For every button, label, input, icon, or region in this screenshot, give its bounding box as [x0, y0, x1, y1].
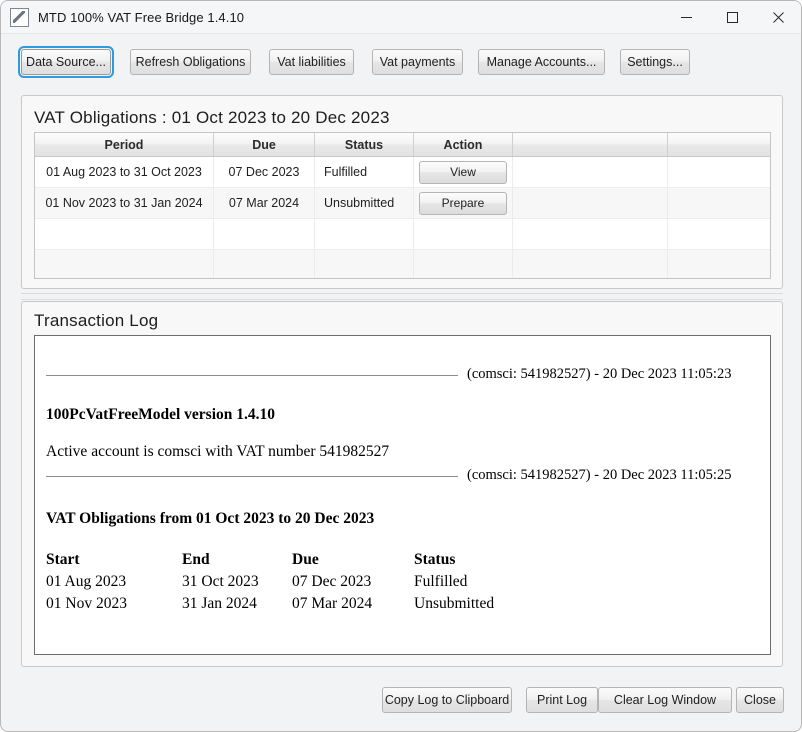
obligations-column-header[interactable] [513, 133, 668, 156]
obligation-due-cell: 07 Dec 2023 [214, 157, 315, 187]
log-table-cell: 07 Dec 2023 [292, 573, 372, 590]
log-table-header-cell: Status [414, 551, 456, 568]
obligations-table-body: 01 Aug 2023 to 31 Oct 2023 07 Dec 2023 Ful… [35, 157, 770, 278]
log-table-cell: 31 Jan 2024 [182, 595, 257, 612]
app-pencil-icon [10, 7, 29, 27]
vat-payments-button[interactable]: Vat payments [372, 49, 463, 75]
obligation-status-cell [315, 219, 414, 249]
obligation-due-cell [214, 219, 315, 249]
print-log-button[interactable]: Print Log [526, 687, 598, 713]
log-table-cell: Fulfilled [414, 573, 468, 590]
data-source-button[interactable]: Data Source... [18, 46, 114, 78]
log-separator-rule-2 [46, 476, 458, 477]
obligations-panel-title: VAT Obligations : 01 Oct 2023 to 20 Dec … [34, 108, 390, 127]
vat-liabilities-button[interactable]: Vat liabilities [269, 49, 354, 75]
log-timestamp-1: (comsci: 541982527) - 20 Dec 2023 11:05:… [467, 366, 732, 382]
obligation-status-cell: Unsubmitted [315, 188, 414, 218]
log-table-cell: 07 Mar 2024 [292, 595, 373, 612]
panel-splitter[interactable] [21, 293, 783, 300]
obligation-action-cell [414, 250, 513, 278]
table-row[interactable]: 01 Aug 2023 to 31 Oct 2023 07 Dec 2023 Ful… [35, 157, 770, 188]
copy-log-to-clipboard-button[interactable]: Copy Log to Clipboard [382, 687, 512, 713]
transaction-log-title: Transaction Log [34, 311, 159, 330]
obligation-spare-cell-2 [668, 219, 770, 249]
prepare-obligation-button[interactable]: Prepare [419, 191, 507, 215]
obligation-due-cell [214, 250, 315, 278]
log-table-cell: 01 Aug 2023 [46, 573, 127, 590]
application-window: MTD 100% VAT Free Bridge 1.4.10 Data Sou… [0, 0, 802, 732]
log-table-cell: 31 Oct 2023 [182, 573, 259, 590]
obligations-table-header: Period Due Status Action [35, 133, 770, 157]
obligation-action-cell: View [414, 157, 513, 187]
obligation-spare-cell-1 [513, 157, 668, 187]
table-row[interactable] [35, 250, 770, 278]
obligations-column-header[interactable]: Due [214, 133, 315, 156]
obligation-period-cell: 01 Aug 2023 to 31 Oct 2023 [35, 157, 214, 187]
log-obligations-heading: VAT Obligations from 01 Oct 2023 to 20 D… [46, 510, 375, 527]
table-row[interactable] [35, 219, 770, 250]
obligations-column-header[interactable] [668, 133, 770, 156]
window-title: MTD 100% VAT Free Bridge 1.4.10 [38, 9, 245, 25]
log-table-header-cell: End [182, 551, 210, 568]
obligation-due-cell: 07 Mar 2024 [214, 188, 315, 218]
obligation-period-cell [35, 250, 214, 278]
obligation-spare-cell-1 [513, 219, 668, 249]
minimize-button[interactable] [663, 1, 709, 33]
log-table-cell: Unsubmitted [414, 595, 495, 612]
obligations-column-header[interactable]: Action [414, 133, 513, 156]
obligation-action-cell [414, 219, 513, 249]
log-timestamp-2: (comsci: 541982527) - 20 Dec 2023 11:05:… [467, 467, 732, 483]
obligation-status-cell [315, 250, 414, 278]
obligation-action-cell: Prepare [414, 188, 513, 218]
log-table-header-cell: Due [292, 551, 319, 568]
close-window-button[interactable] [755, 1, 801, 33]
window-controls [663, 1, 801, 33]
obligation-spare-cell-1 [513, 250, 668, 278]
obligation-period-cell [35, 219, 214, 249]
log-active-account: Active account is comsci with VAT number… [46, 443, 390, 460]
settings-button[interactable]: Settings... [620, 49, 690, 75]
obligations-column-header[interactable]: Status [315, 133, 414, 156]
obligations-table: Period Due Status Action 01 Aug 2023 to 31 … [34, 132, 771, 279]
obligation-spare-cell-1 [513, 188, 668, 218]
main-toolbar: Data Source... Refresh Obligations Vat lia… [1, 46, 801, 84]
refresh-obligations-button[interactable]: Refresh Obligations [130, 49, 251, 75]
obligation-spare-cell-2 [668, 157, 770, 187]
view-obligation-button[interactable]: View [419, 160, 507, 184]
manage-accounts-button[interactable]: Manage Accounts... [478, 49, 605, 75]
log-table-cell: 01 Nov 2023 [46, 595, 127, 612]
log-table-header-cell: Start [46, 551, 80, 568]
obligation-status-cell: Fulfilled [315, 157, 414, 187]
log-table-row: 01 Aug 2023 31 Oct 2023 07 Dec 2023 Fulfill… [46, 573, 554, 595]
log-table-header-row: Start End Due Status [46, 551, 554, 573]
obligations-column-header[interactable]: Period [35, 133, 214, 156]
maximize-button[interactable] [709, 1, 755, 33]
close-button[interactable]: Close [736, 687, 784, 713]
log-obligations-table: Start End Due Status 01 Aug 2023 31 Oct 2023 0… [46, 551, 554, 617]
log-table-row: 01 Nov 2023 31 Jan 2024 07 Mar 2024 Unsubmi… [46, 595, 554, 617]
title-bar: MTD 100% VAT Free Bridge 1.4.10 [1, 1, 801, 34]
obligation-period-cell: 01 Nov 2023 to 31 Jan 2024 [35, 188, 214, 218]
log-model-version: 100PcVatFreeModel version 1.4.10 [46, 406, 276, 423]
clear-log-window-button[interactable]: Clear Log Window [598, 687, 732, 713]
obligation-spare-cell-2 [668, 188, 770, 218]
obligation-spare-cell-2 [668, 250, 770, 278]
log-separator-rule [46, 375, 458, 376]
transaction-log-textarea[interactable]: (comsci: 541982527) - 20 Dec 2023 11:05:… [34, 335, 771, 655]
table-row[interactable]: 01 Nov 2023 to 31 Jan 2024 07 Mar 2024 Uns… [35, 188, 770, 219]
